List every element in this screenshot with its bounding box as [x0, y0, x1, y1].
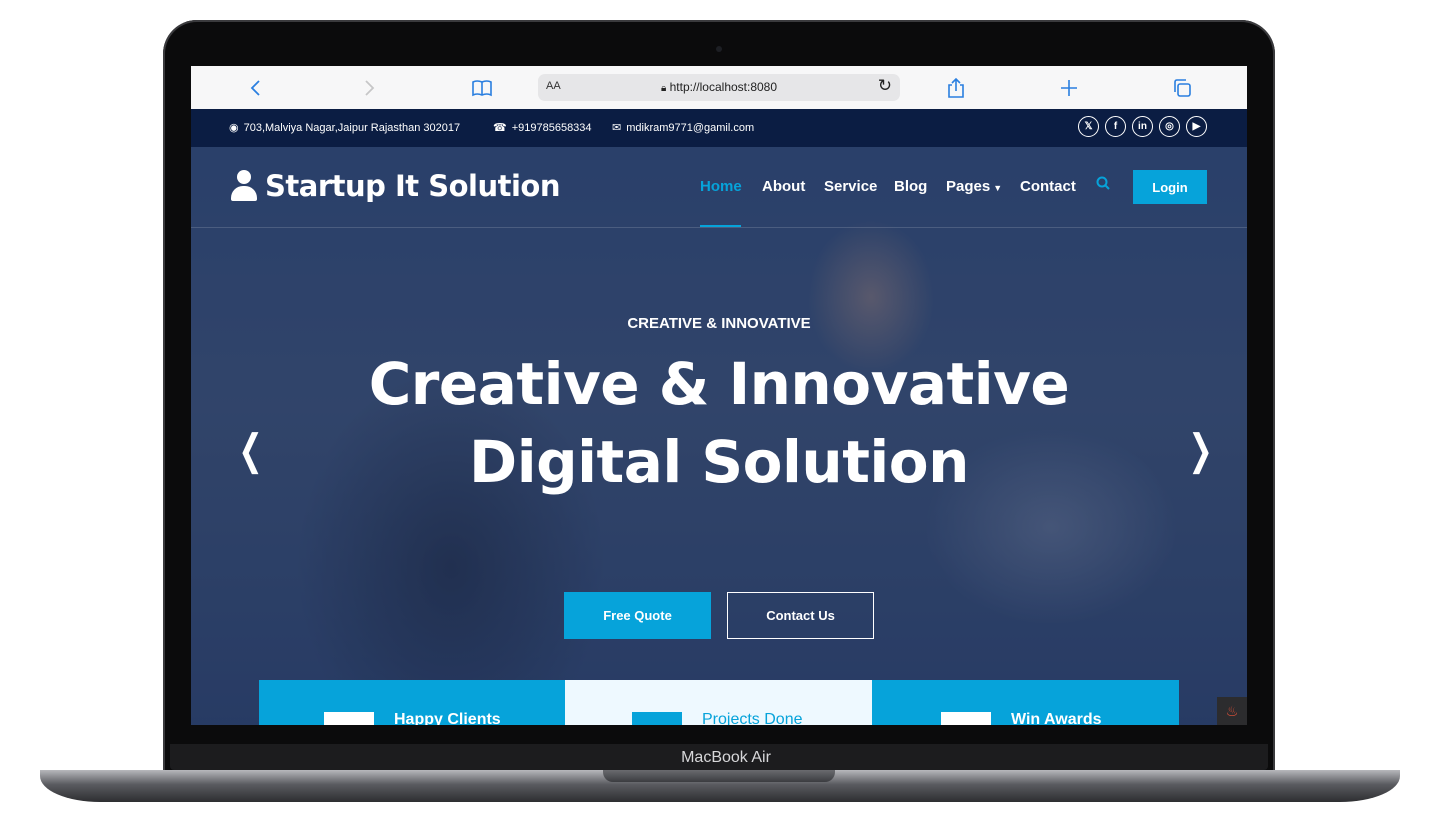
browser-screen: AA 🔒︎ http://localhost:8080 ↻ ◉ 703,Malvi… — [191, 66, 1247, 725]
laptop-notch — [603, 770, 835, 782]
hero-carousel: Startup It Solution Home About Service B… — [191, 147, 1247, 725]
navbar-divider — [191, 227, 1247, 228]
phone-item: ☎ +919785658334 — [493, 121, 592, 134]
instagram-icon[interactable]: ◎ — [1159, 116, 1180, 137]
hero-headline-line2: Digital Solution — [469, 428, 969, 496]
address-item: ◉ 703,Malviya Nagar,Jaipur Rajasthan 3020… — [229, 121, 460, 134]
contact-topbar: ◉ 703,Malviya Nagar,Jaipur Rajasthan 3020… — [191, 109, 1247, 147]
tabs-icon[interactable] — [1170, 76, 1194, 100]
back-icon[interactable] — [244, 76, 268, 100]
envelope-icon: ✉ — [612, 122, 622, 134]
bookmarks-icon[interactable] — [470, 76, 494, 100]
active-nav-underline — [700, 225, 741, 227]
brand-name: Startup It Solution — [265, 169, 561, 203]
stat-label: Happy Clients — [394, 711, 501, 725]
address-bar[interactable]: AA 🔒︎ http://localhost:8080 ↻ — [538, 74, 900, 101]
stat-card-projects-done: Projects Done — [565, 680, 872, 725]
contact-us-button[interactable]: Contact Us — [727, 592, 874, 639]
user-tie-icon — [229, 170, 259, 202]
stat-label: Win Awards — [1011, 711, 1102, 725]
nav-home[interactable]: Home — [700, 178, 742, 195]
fire-icon[interactable]: ♨ — [1217, 697, 1247, 725]
model-label: MacBook Air — [681, 749, 771, 766]
address-text: 703,Malviya Nagar,Jaipur Rajasthan 30201… — [243, 122, 461, 134]
hero-headline: Creative & Innovative Digital Solution — [191, 345, 1247, 501]
browser-toolbar: AA 🔒︎ http://localhost:8080 ↻ — [191, 66, 1247, 110]
stat-card-happy-clients: Happy Clients — [259, 680, 565, 725]
camera-dot — [716, 46, 722, 52]
share-icon[interactable] — [944, 76, 968, 100]
stat-card-win-awards: Win Awards — [872, 680, 1179, 725]
email-item: ✉ mdikram9771@gamil.com — [612, 121, 754, 134]
facebook-icon[interactable]: f — [1105, 116, 1126, 137]
search-icon[interactable] — [1096, 176, 1110, 194]
hero-headline-line1: Creative & Innovative — [368, 350, 1070, 418]
stat-label: Projects Done — [702, 711, 803, 725]
reload-icon[interactable]: ↻ — [878, 76, 892, 96]
nav-about[interactable]: About — [762, 178, 805, 195]
login-button[interactable]: Login — [1133, 170, 1207, 204]
stat-icon-box — [324, 712, 374, 725]
stats-row: Happy Clients Projects Done Win Awards — [259, 680, 1179, 725]
linkedin-icon[interactable]: in — [1132, 116, 1153, 137]
nav-service[interactable]: Service — [824, 178, 877, 195]
new-tab-icon[interactable] — [1057, 76, 1081, 100]
url-text: 🔒︎ http://localhost:8080 — [538, 80, 900, 94]
lock-icon: 🔒︎ — [660, 83, 667, 94]
nav-pages[interactable]: Pages ▼ — [946, 178, 1002, 195]
youtube-icon[interactable]: ▶ — [1186, 116, 1207, 137]
stat-icon-box — [632, 712, 682, 725]
brand-logo[interactable]: Startup It Solution — [229, 169, 561, 203]
nav-blog[interactable]: Blog — [894, 178, 927, 195]
nav-contact[interactable]: Contact — [1020, 178, 1076, 195]
nav-pages-label: Pages — [946, 178, 991, 195]
email-text: mdikram9771@gamil.com — [626, 122, 755, 134]
stat-icon-box — [941, 712, 991, 725]
phone-icon: ☎ — [493, 122, 507, 134]
twitter-icon[interactable]: 𝕏︎ — [1078, 116, 1099, 137]
map-pin-icon: ◉ — [229, 122, 239, 134]
caret-down-icon: ▼ — [993, 183, 1003, 193]
free-quote-button[interactable]: Free Quote — [564, 592, 711, 639]
hero-kicker: CREATIVE & INNOVATIVE — [627, 315, 811, 332]
url-value: http://localhost:8080 — [669, 80, 778, 94]
phone-text: +919785658334 — [511, 122, 592, 134]
social-links: 𝕏︎ f in ◎ ▶ — [1078, 116, 1207, 137]
forward-icon[interactable] — [357, 76, 381, 100]
